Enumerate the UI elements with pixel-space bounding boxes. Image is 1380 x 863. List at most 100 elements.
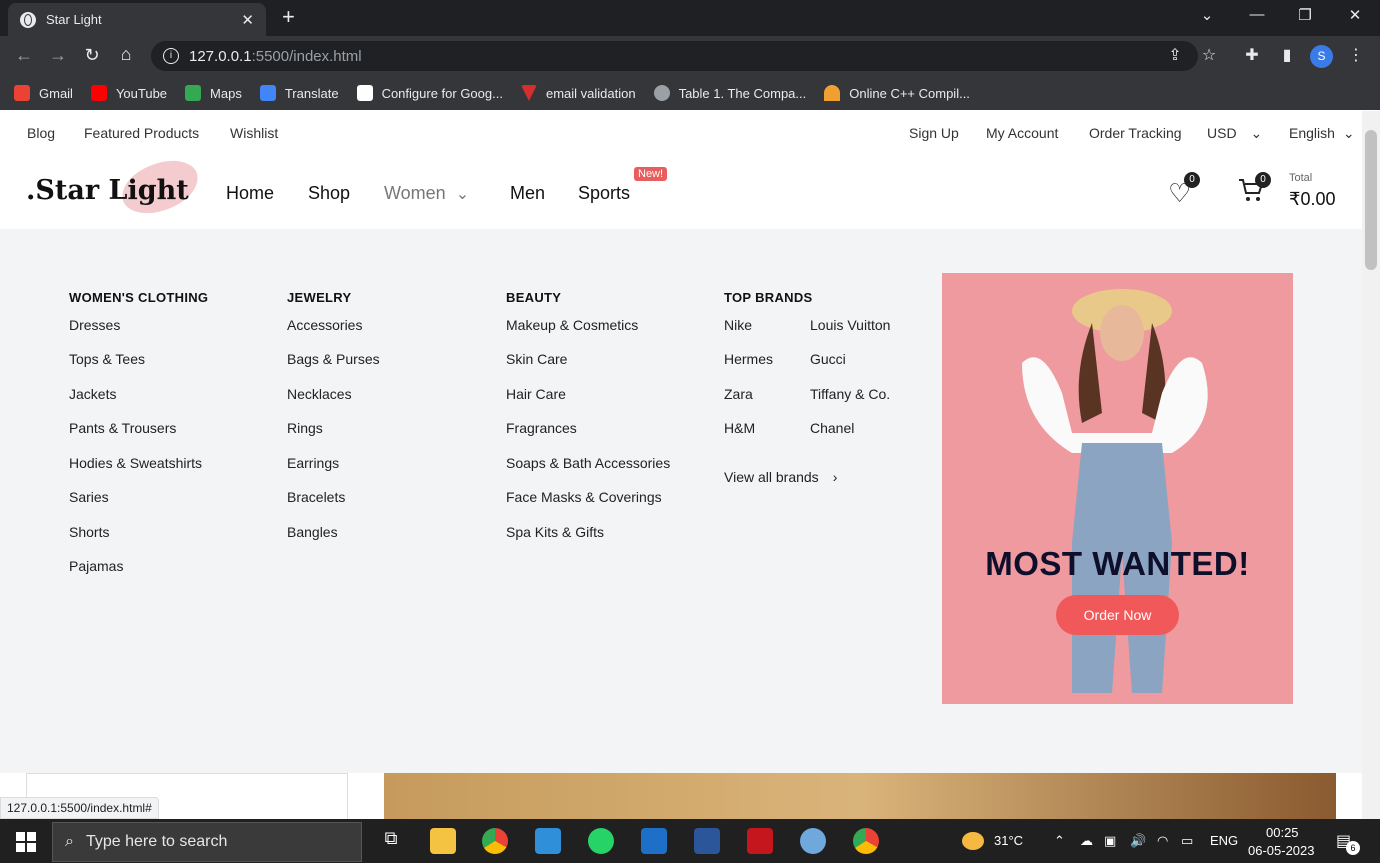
nav-home[interactable]: Home bbox=[226, 183, 274, 204]
vscode-icon[interactable] bbox=[535, 828, 561, 854]
brand-link[interactable]: Gucci bbox=[810, 351, 846, 367]
beauty-heading: BEAUTY bbox=[506, 290, 562, 305]
currency-select[interactable]: USD ⌄ bbox=[1207, 125, 1262, 142]
order-now-button[interactable]: Order Now bbox=[1056, 595, 1179, 635]
bookmark-maps[interactable]: Maps bbox=[185, 85, 242, 101]
bookmark-cpp-compiler[interactable]: Online C++ Compil... bbox=[824, 85, 970, 101]
menu-item[interactable]: Shorts bbox=[69, 524, 109, 540]
display-icon[interactable]: ▣ bbox=[1104, 833, 1116, 849]
input-language[interactable]: ENG bbox=[1210, 833, 1238, 848]
brand-link[interactable]: Nike bbox=[724, 317, 752, 333]
back-icon[interactable]: ← bbox=[13, 45, 35, 66]
brand-link[interactable]: Zara bbox=[724, 386, 753, 402]
task-view-icon[interactable]: ⧉ bbox=[378, 828, 404, 854]
brand-link[interactable]: Hermes bbox=[724, 351, 773, 367]
windows-start-icon[interactable] bbox=[16, 832, 36, 852]
order-tracking-link[interactable]: Order Tracking bbox=[1089, 125, 1182, 141]
wifi-icon[interactable]: ◠ bbox=[1157, 833, 1168, 849]
nav-men[interactable]: Men bbox=[510, 183, 545, 204]
window-close-button[interactable]: ✕ bbox=[1340, 6, 1370, 24]
menu-item[interactable]: Accessories bbox=[287, 317, 362, 333]
menu-item[interactable]: Pants & Trousers bbox=[69, 420, 176, 436]
scrollbar-thumb[interactable] bbox=[1365, 130, 1377, 270]
bookmark-configure[interactable]: Configure for Goog... bbox=[356, 85, 503, 101]
menu-item[interactable]: Tops & Tees bbox=[69, 351, 145, 367]
taskbar-search[interactable]: ⌕ Type here to search bbox=[52, 822, 362, 862]
new-tab-button[interactable]: + bbox=[282, 6, 295, 28]
menu-item[interactable]: Bangles bbox=[287, 524, 338, 540]
weather-icon[interactable] bbox=[962, 832, 984, 850]
menu-item[interactable]: Fragrances bbox=[506, 420, 577, 436]
email-validation-icon bbox=[520, 85, 537, 101]
view-all-brands-link[interactable]: View all brands › bbox=[724, 469, 837, 485]
snipping-tool-icon[interactable] bbox=[800, 828, 826, 854]
reload-icon[interactable]: ↻ bbox=[81, 45, 103, 66]
language-select[interactable]: English ⌄ bbox=[1289, 125, 1355, 142]
bookmark-translate[interactable]: Translate bbox=[259, 85, 339, 101]
share-icon[interactable]: ⇪ bbox=[1164, 45, 1186, 65]
bookmark-gmail[interactable]: Gmail bbox=[14, 85, 73, 101]
chrome-profile-icon[interactable] bbox=[853, 828, 879, 854]
menu-item[interactable]: Hair Care bbox=[506, 386, 566, 402]
site-info-icon[interactable]: i bbox=[163, 48, 179, 64]
menu-item[interactable]: Bags & Purses bbox=[287, 351, 380, 367]
bookmark-table[interactable]: Table 1. The Compa... bbox=[653, 85, 806, 101]
menu-item[interactable]: Rings bbox=[287, 420, 323, 436]
menu-item[interactable]: Dresses bbox=[69, 317, 120, 333]
nav-sports[interactable]: Sports bbox=[578, 183, 630, 204]
site-logo[interactable]: .Star Light bbox=[26, 155, 204, 223]
volume-icon[interactable]: 🔊 bbox=[1130, 833, 1146, 849]
brand-link[interactable]: Tiffany & Co. bbox=[810, 386, 890, 402]
acrobat-icon[interactable] bbox=[747, 828, 773, 854]
menu-item[interactable]: Skin Care bbox=[506, 351, 567, 367]
brand-link[interactable]: H&M bbox=[724, 420, 755, 436]
battery-icon[interactable]: ▭ bbox=[1181, 833, 1193, 849]
menu-item[interactable]: Necklaces bbox=[287, 386, 352, 402]
menu-item[interactable]: Saries bbox=[69, 489, 109, 505]
brand-link[interactable]: Chanel bbox=[810, 420, 854, 436]
whatsapp-icon[interactable] bbox=[588, 828, 614, 854]
menu-item[interactable]: Pajamas bbox=[69, 558, 123, 574]
featured-products-link[interactable]: Featured Products bbox=[84, 125, 199, 141]
my-account-link[interactable]: My Account bbox=[986, 125, 1058, 141]
promo-banner[interactable]: MOST WANTED! Order Now bbox=[942, 273, 1293, 704]
wishlist-link[interactable]: Wishlist bbox=[230, 125, 278, 141]
tab-search-icon[interactable]: ⌄ bbox=[1192, 6, 1222, 24]
side-panel-icon[interactable]: ▮ bbox=[1276, 45, 1298, 65]
address-bar[interactable]: i 127.0.0.1 :5500/index.html bbox=[151, 41, 1198, 71]
word-icon[interactable] bbox=[694, 828, 720, 854]
bookmark-youtube[interactable]: YouTube bbox=[90, 85, 167, 101]
onedrive-icon[interactable]: ☁ bbox=[1080, 833, 1093, 849]
clock-time[interactable]: 00:25 bbox=[1266, 825, 1299, 840]
blog-link[interactable]: Blog bbox=[27, 125, 55, 141]
browser-tab[interactable]: Star Light ✕ bbox=[8, 3, 266, 36]
menu-item[interactable]: Spa Kits & Gifts bbox=[506, 524, 604, 540]
menu-icon[interactable]: ⋮ bbox=[1345, 45, 1367, 65]
menu-item[interactable]: Makeup & Cosmetics bbox=[506, 317, 638, 333]
bookmark-email-validation[interactable]: email validation bbox=[520, 85, 636, 101]
media-player-icon[interactable] bbox=[641, 828, 667, 854]
close-tab-icon[interactable]: ✕ bbox=[241, 11, 254, 29]
forward-icon[interactable]: → bbox=[47, 45, 69, 66]
temperature[interactable]: 31°C bbox=[994, 833, 1023, 848]
nav-shop[interactable]: Shop bbox=[308, 183, 350, 204]
sign-up-link[interactable]: Sign Up bbox=[909, 125, 959, 141]
tray-overflow-icon[interactable]: ⌃ bbox=[1054, 833, 1065, 849]
home-icon[interactable]: ⌂ bbox=[115, 44, 137, 65]
menu-item[interactable]: Jackets bbox=[69, 386, 116, 402]
chrome-icon[interactable] bbox=[482, 828, 508, 854]
menu-item[interactable]: Soaps & Bath Accessories bbox=[506, 455, 670, 471]
restore-button[interactable]: ❐ bbox=[1290, 6, 1320, 24]
brand-link[interactable]: Louis Vuitton bbox=[810, 317, 890, 333]
star-icon[interactable]: ☆ bbox=[1198, 45, 1220, 65]
menu-item[interactable]: Hodies & Sweatshirts bbox=[69, 455, 202, 471]
nav-women[interactable]: Women ⌄ bbox=[384, 183, 469, 204]
file-explorer-icon[interactable] bbox=[430, 828, 456, 854]
clock-date[interactable]: 06-05-2023 bbox=[1248, 843, 1315, 858]
menu-item[interactable]: Bracelets bbox=[287, 489, 345, 505]
menu-item[interactable]: Earrings bbox=[287, 455, 339, 471]
menu-item[interactable]: Face Masks & Coverings bbox=[506, 489, 662, 505]
minimize-button[interactable]: — bbox=[1242, 6, 1272, 23]
profile-avatar[interactable]: S bbox=[1310, 45, 1333, 68]
extensions-icon[interactable]: ✚ bbox=[1241, 45, 1263, 65]
